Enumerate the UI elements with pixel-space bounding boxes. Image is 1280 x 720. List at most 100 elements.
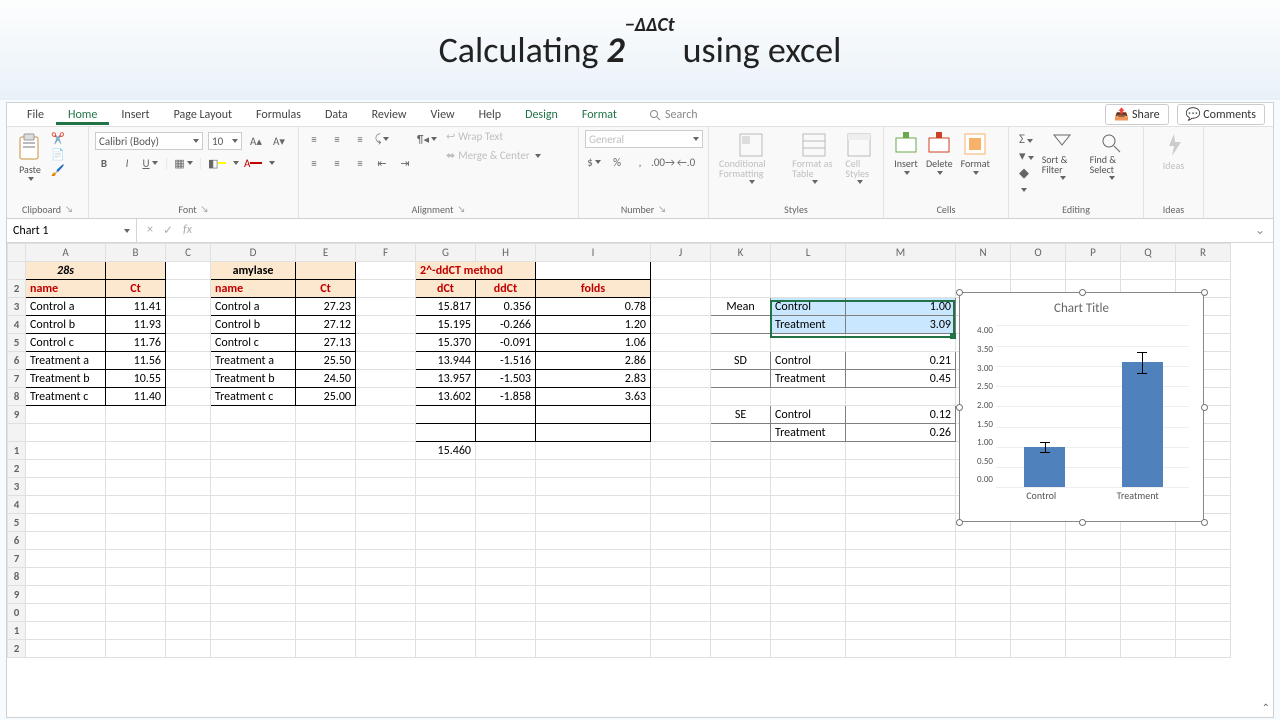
cell-F8[interactable] bbox=[356, 370, 416, 388]
cell-A11[interactable] bbox=[26, 424, 106, 442]
cell-P21[interactable] bbox=[1066, 604, 1121, 622]
cell-K9[interactable] bbox=[711, 388, 771, 406]
cell-Q22[interactable] bbox=[1121, 622, 1176, 640]
cell-P20[interactable] bbox=[1066, 586, 1121, 604]
cell-H17[interactable] bbox=[476, 532, 536, 550]
cell-H3[interactable]: ddCt bbox=[476, 280, 536, 298]
cell-A13[interactable] bbox=[26, 460, 106, 478]
cell-J10[interactable] bbox=[651, 406, 711, 424]
cell-K16[interactable] bbox=[711, 514, 771, 532]
number-format-combo[interactable]: General bbox=[585, 130, 703, 148]
cell-A2[interactable]: 28s bbox=[26, 262, 106, 280]
tab-formulas[interactable]: Formulas bbox=[244, 105, 313, 125]
cell-L4[interactable]: Control bbox=[771, 298, 846, 316]
font-color-button[interactable]: A bbox=[244, 154, 262, 172]
cell-G3[interactable]: dCt bbox=[416, 280, 476, 298]
cell-K6[interactable] bbox=[711, 334, 771, 352]
chart-resize-handle[interactable] bbox=[956, 289, 963, 296]
cell-G13[interactable] bbox=[416, 460, 476, 478]
cell-F12[interactable] bbox=[356, 442, 416, 460]
cell-B22[interactable] bbox=[106, 622, 166, 640]
tell-me-search[interactable]: Search bbox=[649, 108, 698, 122]
cell-E7[interactable]: 25.50 bbox=[296, 352, 356, 370]
cell-M2[interactable] bbox=[846, 262, 956, 280]
share-button[interactable]: 📤 Share bbox=[1105, 104, 1168, 125]
row-header[interactable]: 9 bbox=[8, 586, 26, 604]
cell-M21[interactable] bbox=[846, 604, 956, 622]
decrease-decimal-button[interactable]: ←.0 bbox=[677, 153, 695, 171]
cell-D6[interactable]: Control c bbox=[211, 334, 296, 352]
cell-I2[interactable] bbox=[536, 262, 651, 280]
cell-L5[interactable]: Treatment bbox=[771, 316, 846, 334]
cell-I16[interactable] bbox=[536, 514, 651, 532]
cell-P23[interactable] bbox=[1066, 640, 1121, 658]
cell-A3[interactable]: name bbox=[26, 280, 106, 298]
cell-F19[interactable] bbox=[356, 568, 416, 586]
tab-review[interactable]: Review bbox=[360, 105, 419, 125]
cell-J23[interactable] bbox=[651, 640, 711, 658]
row-header[interactable]: 3 bbox=[8, 298, 26, 316]
cell-I3[interactable]: folds bbox=[536, 280, 651, 298]
cell-O2[interactable] bbox=[1011, 262, 1066, 280]
cell-K13[interactable] bbox=[711, 460, 771, 478]
cell-I8[interactable]: 2.83 bbox=[536, 370, 651, 388]
font-size-combo[interactable]: 10 bbox=[208, 132, 242, 150]
cell-M17[interactable] bbox=[846, 532, 956, 550]
cell-Q2[interactable] bbox=[1121, 262, 1176, 280]
select-all-corner[interactable] bbox=[8, 244, 26, 262]
cell-J4[interactable] bbox=[651, 298, 711, 316]
cell-H21[interactable] bbox=[476, 604, 536, 622]
col-header-K[interactable]: K bbox=[711, 244, 771, 262]
cell-A17[interactable] bbox=[26, 532, 106, 550]
cell-K10[interactable]: SE bbox=[711, 406, 771, 424]
cell-D11[interactable] bbox=[211, 424, 296, 442]
cell-L6[interactable] bbox=[771, 334, 846, 352]
cell-J22[interactable] bbox=[651, 622, 711, 640]
row-header[interactable]: 6 bbox=[8, 532, 26, 550]
cell-O20[interactable] bbox=[1011, 586, 1066, 604]
cell-C14[interactable] bbox=[166, 478, 211, 496]
merge-center-button[interactable]: ⬌ Merge & Center bbox=[446, 149, 541, 162]
cell-I21[interactable] bbox=[536, 604, 651, 622]
italic-button[interactable]: I bbox=[118, 154, 136, 172]
cell-Q19[interactable] bbox=[1121, 568, 1176, 586]
cell-H22[interactable] bbox=[476, 622, 536, 640]
enter-formula-button[interactable]: ✓ bbox=[163, 223, 173, 238]
cell-C7[interactable] bbox=[166, 352, 211, 370]
copy-button[interactable]: 📄 bbox=[51, 148, 65, 161]
cell-C2[interactable] bbox=[166, 262, 211, 280]
cell-H15[interactable] bbox=[476, 496, 536, 514]
cell-G10[interactable] bbox=[416, 406, 476, 424]
cell-Q23[interactable] bbox=[1121, 640, 1176, 658]
cell-H19[interactable] bbox=[476, 568, 536, 586]
cell-H16[interactable] bbox=[476, 514, 536, 532]
cell-L9[interactable] bbox=[771, 388, 846, 406]
alignment-launcher[interactable]: ↘ bbox=[457, 204, 465, 215]
cell-A16[interactable] bbox=[26, 514, 106, 532]
cell-H8[interactable]: -1.503 bbox=[476, 370, 536, 388]
chart-plot-area[interactable] bbox=[996, 325, 1189, 487]
cell-K22[interactable] bbox=[711, 622, 771, 640]
cell-H11[interactable] bbox=[476, 424, 536, 442]
cell-N2[interactable] bbox=[956, 262, 1011, 280]
cell-O22[interactable] bbox=[1011, 622, 1066, 640]
ideas-button[interactable]: Ideas bbox=[1150, 130, 1197, 174]
cell-F20[interactable] bbox=[356, 586, 416, 604]
cell-I7[interactable]: 2.86 bbox=[536, 352, 651, 370]
cell-G23[interactable] bbox=[416, 640, 476, 658]
tab-home[interactable]: Home bbox=[56, 105, 109, 125]
cell-G7[interactable]: 13.944 bbox=[416, 352, 476, 370]
percent-format-button[interactable]: % bbox=[608, 153, 626, 171]
cancel-formula-button[interactable]: × bbox=[147, 223, 153, 238]
autosum-button[interactable]: Σ bbox=[1019, 132, 1034, 147]
cell-B8[interactable]: 10.55 bbox=[106, 370, 166, 388]
cell-F2[interactable] bbox=[356, 262, 416, 280]
cell-G6[interactable]: 15.370 bbox=[416, 334, 476, 352]
cell-B19[interactable] bbox=[106, 568, 166, 586]
wrap-text-button[interactable]: ↩ Wrap Text bbox=[446, 130, 541, 143]
row-header[interactable]: 2 bbox=[8, 640, 26, 658]
cell-H20[interactable] bbox=[476, 586, 536, 604]
cell-R17[interactable] bbox=[1176, 532, 1231, 550]
cell-H13[interactable] bbox=[476, 460, 536, 478]
cell-M20[interactable] bbox=[846, 586, 956, 604]
